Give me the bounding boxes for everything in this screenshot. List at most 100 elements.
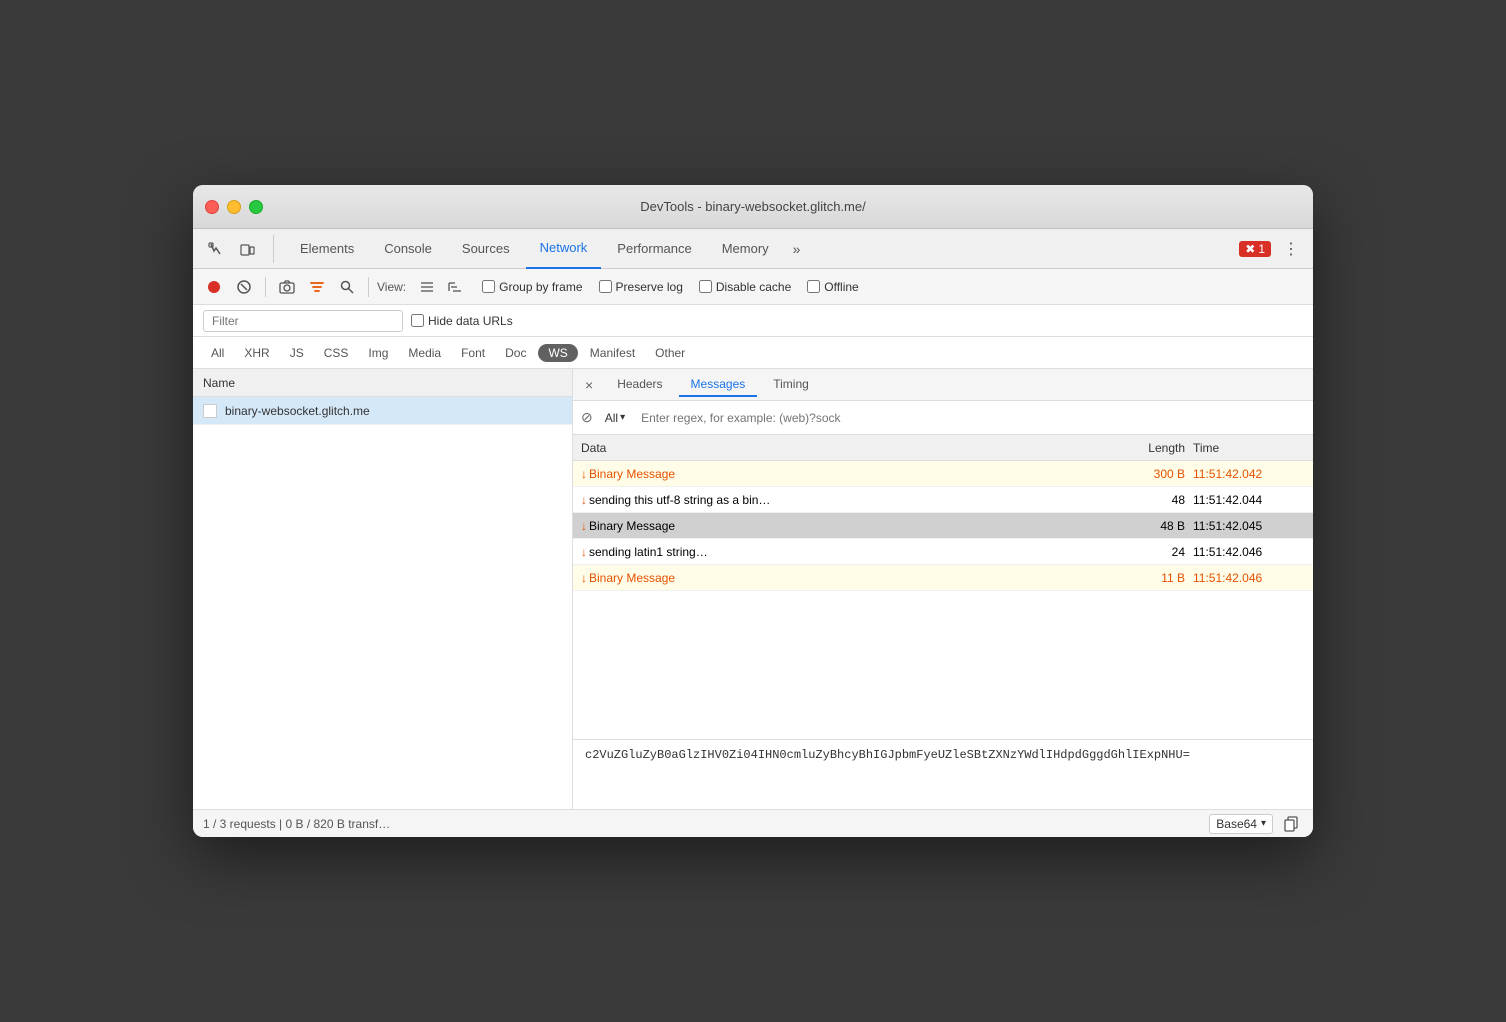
message-data: ↓Binary Message	[577, 519, 1109, 533]
request-name: binary-websocket.glitch.me	[225, 404, 370, 418]
message-row[interactable]: ↓Binary Message 300 B 11:51:42.042	[573, 461, 1313, 487]
minimize-button[interactable]	[227, 200, 241, 214]
preserve-log-label: Preserve log	[616, 280, 683, 294]
message-time: 11:51:42.045	[1189, 519, 1309, 533]
message-row[interactable]: ↓sending latin1 string… 24 11:51:42.046	[573, 539, 1313, 565]
filter-type-media[interactable]: Media	[400, 344, 449, 362]
maximize-button[interactable]	[249, 200, 263, 214]
filter-bar: Hide data URLs	[193, 305, 1313, 337]
tab-messages[interactable]: Messages	[679, 373, 758, 397]
disable-cache-label: Disable cache	[716, 280, 791, 294]
error-badge[interactable]: ✖ 1	[1239, 241, 1271, 257]
tree-view-icon[interactable]	[442, 274, 468, 300]
filter-type-all[interactable]: All	[203, 344, 232, 362]
tab-right-icons: ✖ 1 ⋮	[1239, 235, 1305, 263]
toolbar-divider-2	[368, 277, 369, 297]
filter-type-other[interactable]: Other	[647, 344, 693, 362]
filter-type-img[interactable]: Img	[360, 344, 396, 362]
tab-network[interactable]: Network	[526, 229, 602, 269]
preserve-log-checkbox[interactable]	[599, 280, 612, 293]
device-icon[interactable]	[233, 235, 261, 263]
requests-list: binary-websocket.glitch.me	[193, 397, 572, 809]
message-row[interactable]: ↓sending this utf-8 string as a bin… 48 …	[573, 487, 1313, 513]
group-by-frame-checkbox[interactable]	[482, 280, 495, 293]
messages-filter: ⊘ All ▾	[573, 401, 1313, 435]
close-panel-button[interactable]: ×	[581, 373, 597, 397]
inspect-icon[interactable]	[201, 235, 229, 263]
filter-type-ws[interactable]: WS	[538, 344, 577, 362]
message-length: 48	[1109, 493, 1189, 507]
messages-filter-input[interactable]	[637, 409, 1305, 427]
message-row[interactable]: ↓Binary Message 11 B 11:51:42.046	[573, 565, 1313, 591]
more-options-icon[interactable]: ⋮	[1277, 235, 1305, 263]
window-title: DevTools - binary-websocket.glitch.me/	[640, 199, 865, 214]
message-data: ↓sending latin1 string…	[577, 545, 1109, 559]
requests-name-header: Name	[203, 376, 235, 390]
toolbar: View: Group by frame	[193, 269, 1313, 305]
offline-checkbox[interactable]	[807, 280, 820, 293]
search-button[interactable]	[334, 274, 360, 300]
status-bar: 1 / 3 requests | 0 B / 820 B transf… Bas…	[193, 809, 1313, 837]
tab-elements[interactable]: Elements	[286, 229, 368, 269]
camera-button[interactable]	[274, 274, 300, 300]
filter-input[interactable]	[203, 310, 403, 332]
status-text: 1 / 3 requests | 0 B / 820 B transf…	[203, 817, 390, 831]
filter-type-css[interactable]: CSS	[316, 344, 357, 362]
hide-data-urls-checkbox[interactable]	[411, 314, 424, 327]
view-label: View:	[377, 280, 406, 294]
chevron-down-icon: ▾	[1261, 818, 1266, 829]
tab-icon-group	[201, 235, 274, 263]
filter-button[interactable]	[304, 274, 330, 300]
offline-checkbox-group: Offline	[807, 280, 858, 294]
messages-tabs: × Headers Messages Timing	[573, 369, 1313, 401]
messages-table-header: Data Length Time	[573, 435, 1313, 461]
message-data: ↓sending this utf-8 string as a bin…	[577, 493, 1109, 507]
list-view-icon[interactable]	[414, 274, 440, 300]
clear-button[interactable]	[231, 274, 257, 300]
base64-select[interactable]: Base64 ▾	[1209, 814, 1273, 834]
preserve-log-checkbox-group: Preserve log	[599, 280, 683, 294]
arrow-icon: ↓	[581, 545, 587, 559]
message-time: 11:51:42.044	[1189, 493, 1309, 507]
tab-performance[interactable]: Performance	[603, 229, 705, 269]
offline-label: Offline	[824, 280, 858, 294]
filter-type-doc[interactable]: Doc	[497, 344, 534, 362]
arrow-icon: ↓	[581, 467, 587, 481]
error-icon: ✖	[1245, 242, 1255, 256]
record-button[interactable]	[201, 274, 227, 300]
length-col-header: Length	[1109, 441, 1189, 455]
filter-type-xhr[interactable]: XHR	[236, 344, 277, 362]
time-col-header: Time	[1189, 441, 1309, 455]
request-item[interactable]: binary-websocket.glitch.me	[193, 397, 572, 425]
filter-type-font[interactable]: Font	[453, 344, 493, 362]
disable-cache-checkbox[interactable]	[699, 280, 712, 293]
tab-sources[interactable]: Sources	[448, 229, 524, 269]
hide-data-urls-label: Hide data URLs	[428, 314, 513, 328]
tab-timing[interactable]: Timing	[761, 373, 821, 397]
status-right: Base64 ▾	[1209, 812, 1303, 836]
message-row[interactable]: ↓Binary Message 48 B 11:51:42.045	[573, 513, 1313, 539]
close-button[interactable]	[205, 200, 219, 214]
message-data: ↓Binary Message	[577, 467, 1109, 481]
group-by-frame-label: Group by frame	[499, 280, 582, 294]
filter-type-js[interactable]: JS	[282, 344, 312, 362]
message-time: 11:51:42.046	[1189, 545, 1309, 559]
title-bar: DevTools - binary-websocket.glitch.me/	[193, 185, 1313, 229]
copy-button[interactable]	[1279, 812, 1303, 836]
message-length: 300 B	[1109, 467, 1189, 481]
requests-panel: Name binary-websocket.glitch.me	[193, 369, 573, 809]
messages-filter-dropdown[interactable]: All ▾	[601, 409, 629, 427]
filter-clear-icon[interactable]: ⊘	[581, 409, 593, 426]
tab-more[interactable]: »	[785, 237, 809, 261]
message-data: ↓Binary Message	[577, 571, 1109, 585]
requests-header: Name	[193, 369, 572, 397]
filter-type-manifest[interactable]: Manifest	[582, 344, 643, 362]
request-favicon	[203, 404, 217, 418]
tab-memory[interactable]: Memory	[708, 229, 783, 269]
chevron-down-icon: ▾	[620, 412, 625, 423]
messages-table: Data Length Time ↓Binary Message 300 B 1…	[573, 435, 1313, 739]
main-content: Name binary-websocket.glitch.me × Header…	[193, 369, 1313, 809]
tab-headers[interactable]: Headers	[605, 373, 674, 397]
tab-console[interactable]: Console	[370, 229, 446, 269]
message-time: 11:51:42.046	[1189, 571, 1309, 585]
